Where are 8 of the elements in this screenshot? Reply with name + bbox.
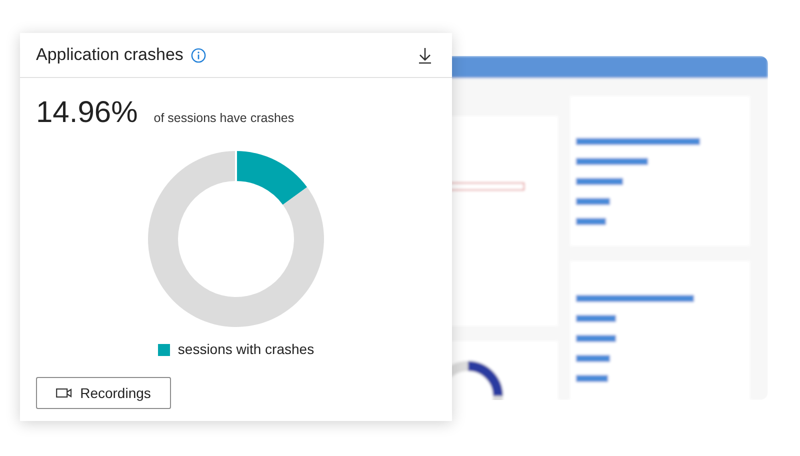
crash-percentage: 14.96% [36,95,138,131]
card-title: Application crashes [36,44,184,66]
download-icon[interactable] [418,46,432,64]
percentage-caption: of sessions have crashes [154,110,294,127]
legend-label: sessions with crashes [178,340,314,359]
recordings-button[interactable]: Recordings [36,377,171,409]
video-camera-icon [56,388,72,398]
info-icon[interactable] [191,48,206,62]
